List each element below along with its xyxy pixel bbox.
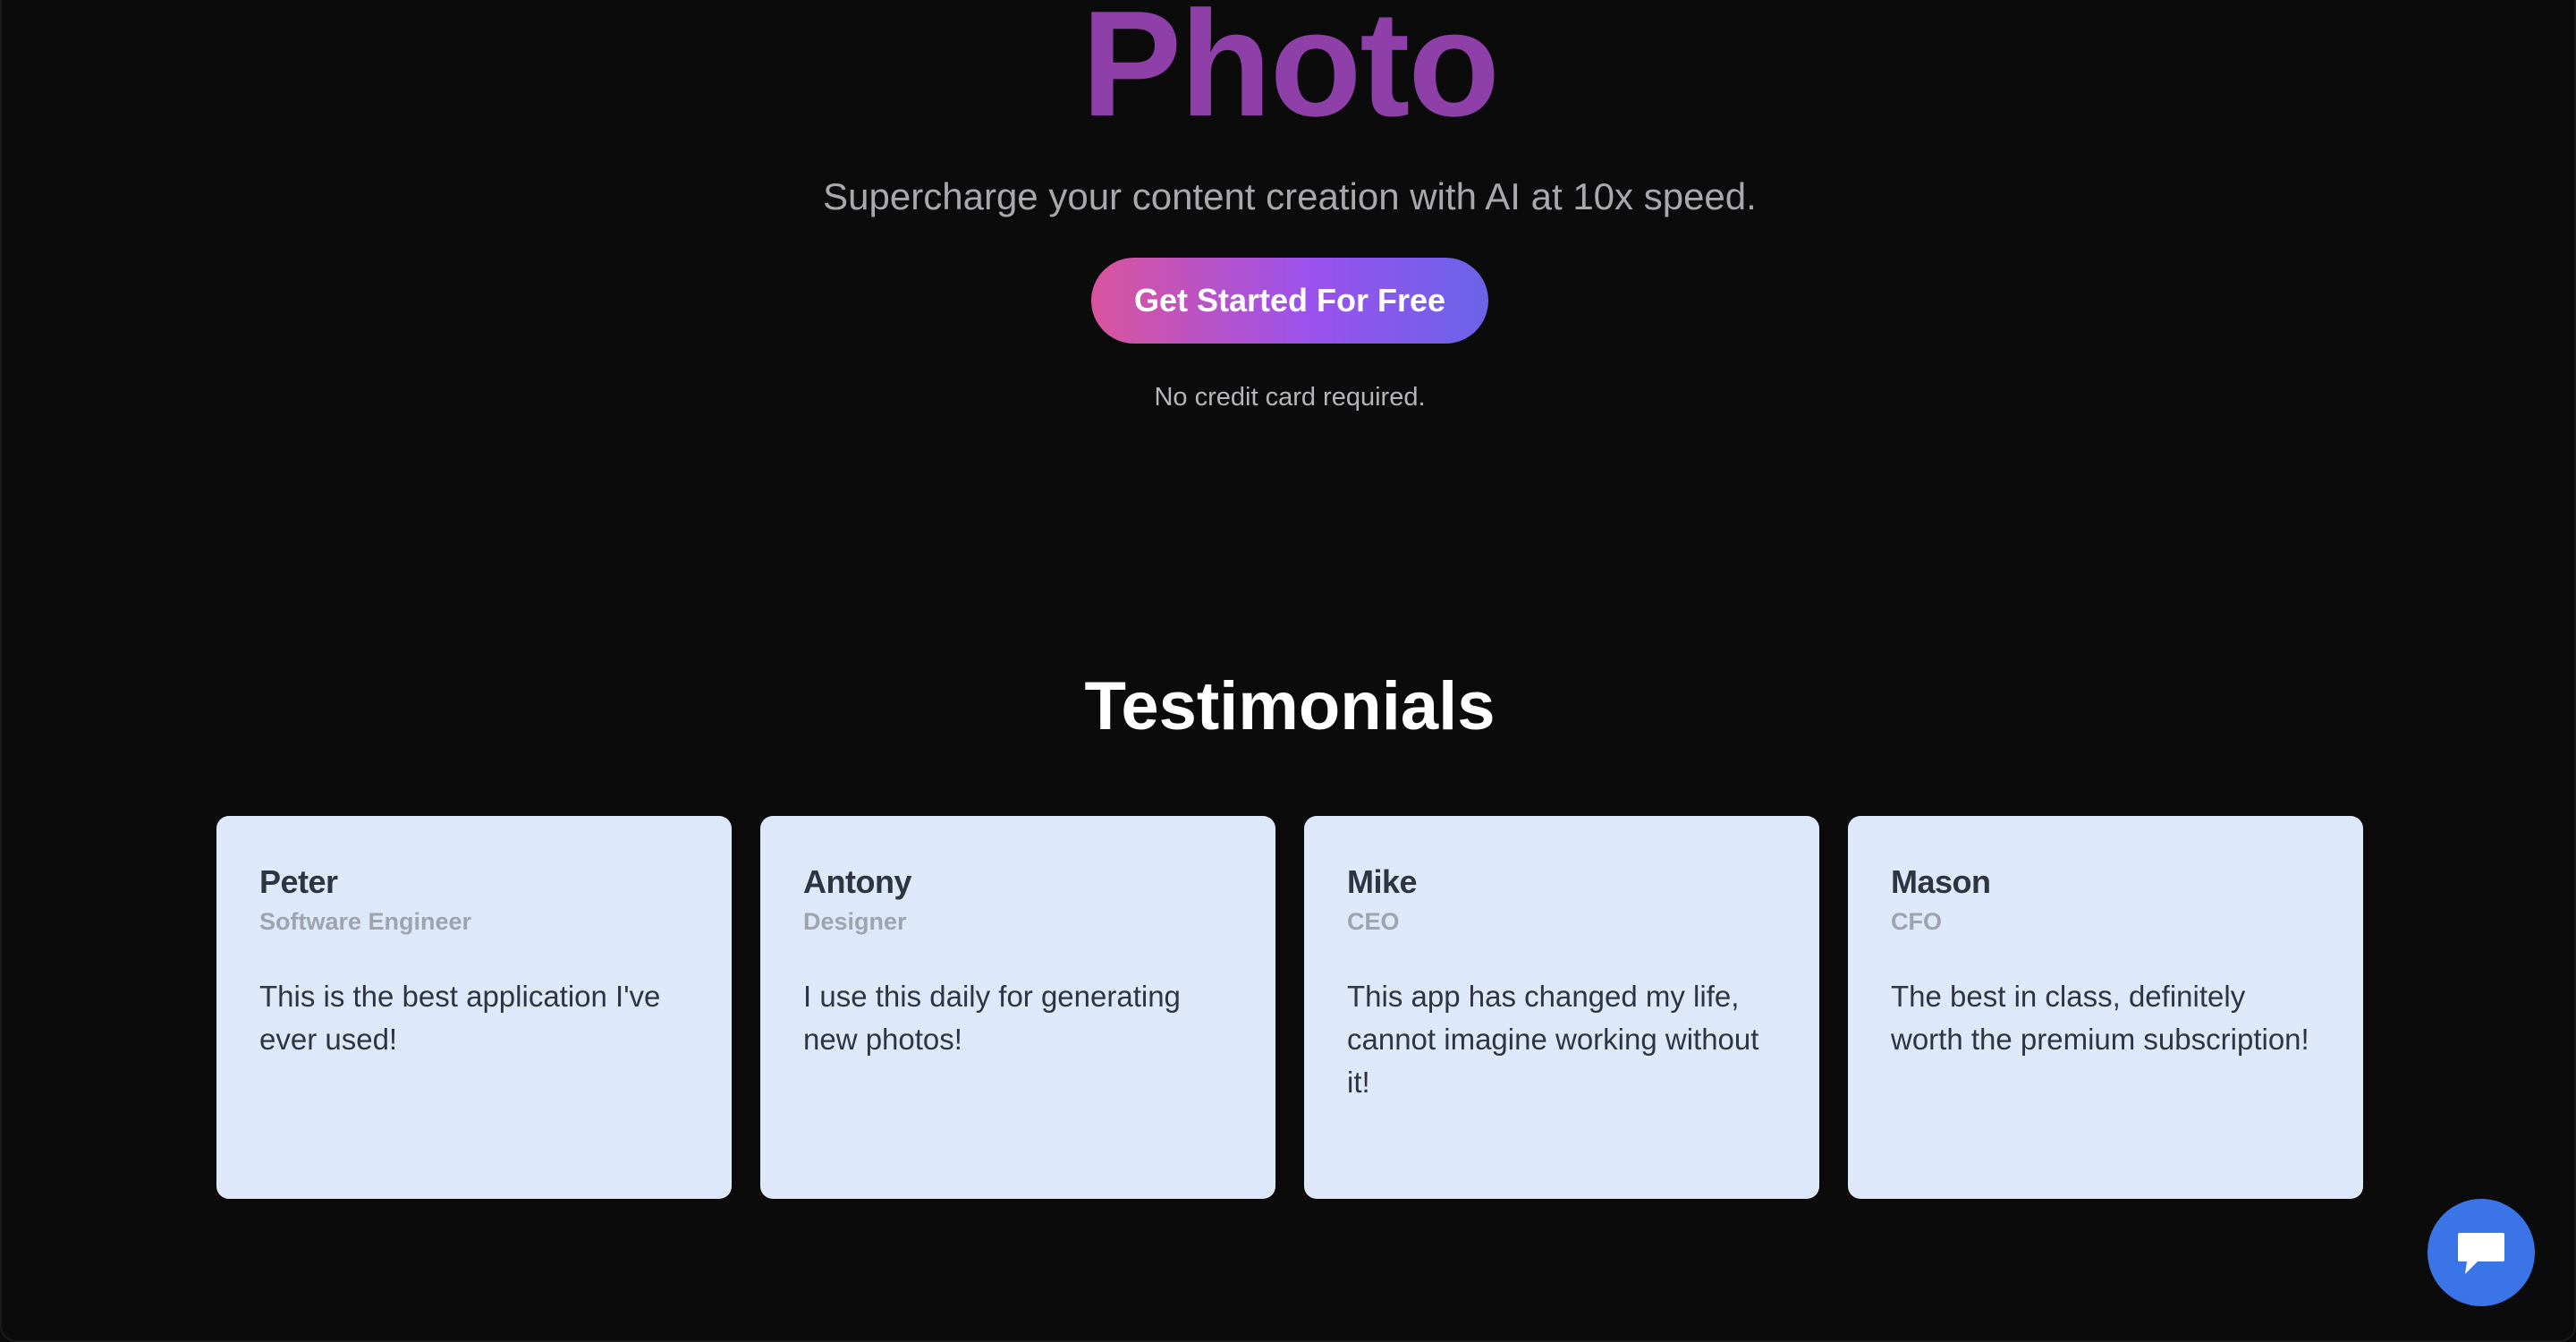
testimonials-list: Peter Software Engineer This is the best… — [216, 816, 2363, 1199]
chat-widget-button[interactable] — [2428, 1199, 2535, 1306]
testimonials-heading: Testimonials — [1084, 668, 1496, 744]
testimonial-name: Peter — [259, 863, 338, 900]
testimonial-role: CFO — [1891, 908, 1942, 935]
testimonial-card: Peter Software Engineer This is the best… — [216, 816, 732, 1199]
no-credit-card-note: No credit card required. — [1154, 383, 1426, 412]
landing-page: Photo Supercharge your content creation … — [0, 0, 2576, 1342]
testimonial-quote: This app has changed my life, cannot ima… — [1347, 980, 1759, 1099]
testimonial-card: Mason CFO The best in class, definitely … — [1848, 816, 2363, 1199]
testimonial-name: Mike — [1347, 863, 1418, 900]
testimonial-card: Antony Designer I use this daily for gen… — [760, 816, 1275, 1199]
testimonial-quote: The best in class, definitely worth the … — [1891, 980, 2309, 1056]
chat-bubble-icon — [2458, 1233, 2504, 1274]
get-started-button[interactable]: Get Started For Free — [1091, 258, 1488, 344]
testimonial-role: Designer — [803, 908, 907, 935]
testimonial-role: Software Engineer — [259, 908, 472, 935]
hero-title: Photo — [1081, 0, 1500, 148]
hero-subtitle: Supercharge your content creation with A… — [823, 175, 1757, 217]
testimonial-quote: I use this daily for generating new phot… — [803, 980, 1181, 1056]
testimonial-name: Mason — [1891, 863, 1991, 900]
testimonial-card: Mike CEO This app has changed my life, c… — [1304, 816, 1819, 1199]
testimonial-role: CEO — [1347, 908, 1400, 935]
testimonial-name: Antony — [803, 863, 911, 900]
testimonial-quote: This is the best application I've ever u… — [259, 980, 661, 1056]
